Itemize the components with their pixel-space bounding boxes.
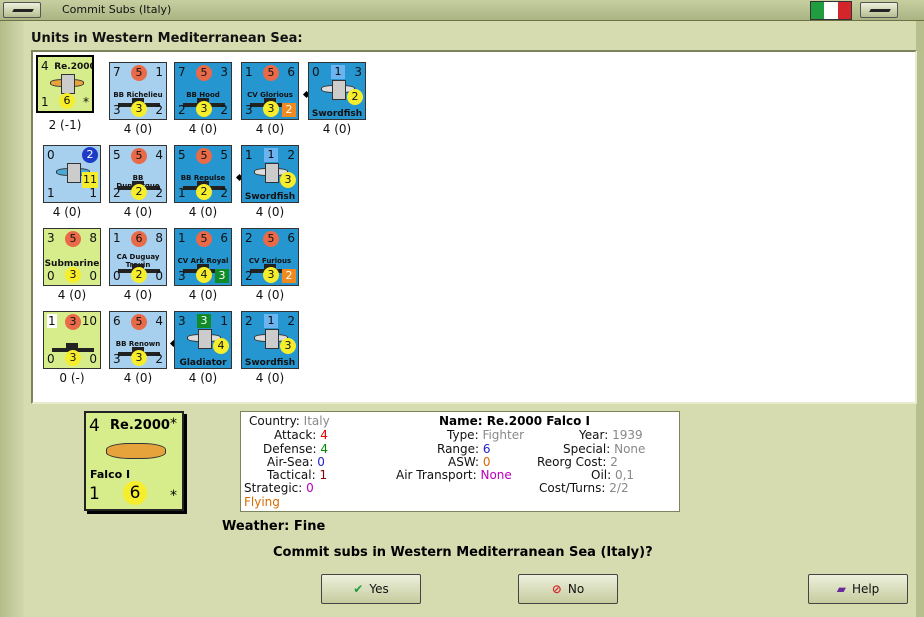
unit-status: 4 (0) — [52, 205, 82, 219]
unit-status: 4 (0) — [123, 122, 153, 136]
unit-status: 4 (0) — [123, 371, 153, 385]
unit-counter[interactable]: 0 1 3 2 Swordfish — [308, 62, 366, 120]
title-bar: Commit Subs (Italy) — [0, 0, 924, 21]
close-button[interactable] — [860, 2, 898, 18]
book-icon: ▰ — [836, 582, 846, 596]
unit-counter[interactable]: 3 3 1 4 Gladiator — [174, 311, 232, 369]
selected-unit-counter: 4 Re.2000 * Falco I 1 6 * — [84, 411, 184, 511]
unit-counter[interactable]: 5 5 5 BB Repulse 1 2 2 — [174, 145, 232, 203]
unit-counter[interactable]: 1 1 2 3 Swordfish — [241, 145, 299, 203]
unit-status: 0 (-) — [59, 371, 85, 385]
unit-status: 4 (0) — [255, 122, 285, 136]
unit-counter[interactable]: 3 5 8 Submarine 0 3 0 — [43, 228, 101, 286]
unit-status: 4 (0) — [57, 288, 87, 302]
yes-button[interactable]: ✔ Yes — [321, 574, 421, 604]
italy-flag-icon — [810, 1, 852, 20]
unit-counter[interactable]: 4 Re.2000 1 6 * — [36, 55, 94, 113]
window-title: Commit Subs (Italy) — [62, 3, 172, 16]
unit-counter[interactable]: 1 5 6 CV Glorious 3 3 2 — [241, 62, 299, 120]
unit-counter[interactable]: 6 5 4 BB Renown 3 3 2 — [109, 311, 167, 369]
unit-panel[interactable]: 4 Re.2000 1 6 * 2 (-1) 7 5 1 BB Richelie… — [31, 50, 917, 404]
unit-counter[interactable]: 5 5 4 BB Dunkerque 2 2 2 — [109, 145, 167, 203]
checkmark-icon: ✔ — [353, 582, 364, 596]
window-frame-right — [916, 21, 924, 617]
help-button[interactable]: ▰ Help — [808, 574, 908, 604]
close-icon — [869, 9, 891, 12]
unit-status: 4 (0) — [255, 288, 285, 302]
unit-status: 2 (-1) — [48, 118, 82, 132]
unit-counter[interactable]: 1 6 8 CA Duguay Trouin 0 2 0 — [109, 228, 167, 286]
unit-counter[interactable]: 1 3 10 0 3 0 — [43, 311, 101, 369]
unit-status: 4 (0) — [255, 371, 285, 385]
unit-status: 4 (0) — [188, 122, 218, 136]
commit-question: Commit subs in Western Mediterranean Sea… — [273, 545, 653, 560]
no-entry-icon: ⊘ — [551, 582, 562, 596]
weather-label: Weather: Fine — [222, 519, 326, 534]
unit-counter[interactable]: 0 2 1 11 1 — [43, 145, 101, 203]
unit-counter[interactable]: 7 5 1 BB Richelieu 3 3 2 — [109, 62, 167, 120]
minimize-icon — [12, 9, 34, 12]
plane-icon — [50, 74, 84, 94]
no-button[interactable]: ⊘ No — [518, 574, 618, 604]
unit-info-panel: Country: Italy Attack: 4 Defense: 4 Air-… — [240, 411, 680, 512]
units-heading: Units in Western Mediterranean Sea: — [31, 31, 303, 46]
unit-counter[interactable]: 1 5 6 CV Ark Royal 3 4 3 — [174, 228, 232, 286]
unit-status: 4 (0) — [188, 205, 218, 219]
unit-counter[interactable]: 2 1 2 3 Swordfish — [241, 311, 299, 369]
unit-status: 4 (0) — [123, 288, 153, 302]
unit-status: 4 (0) — [322, 122, 352, 136]
unit-counter[interactable]: 7 5 3 BB Hood 2 3 2 — [174, 62, 232, 120]
plane-icon — [106, 443, 166, 459]
unit-status: 4 (0) — [188, 371, 218, 385]
unit-status: 4 (0) — [255, 205, 285, 219]
window-menu-button[interactable] — [3, 2, 41, 18]
window-frame-left — [0, 21, 24, 617]
unit-status: 4 (0) — [123, 205, 153, 219]
unit-counter[interactable]: 2 5 6 CV Furious 2 3 2 — [241, 228, 299, 286]
unit-status: 4 (0) — [188, 288, 218, 302]
